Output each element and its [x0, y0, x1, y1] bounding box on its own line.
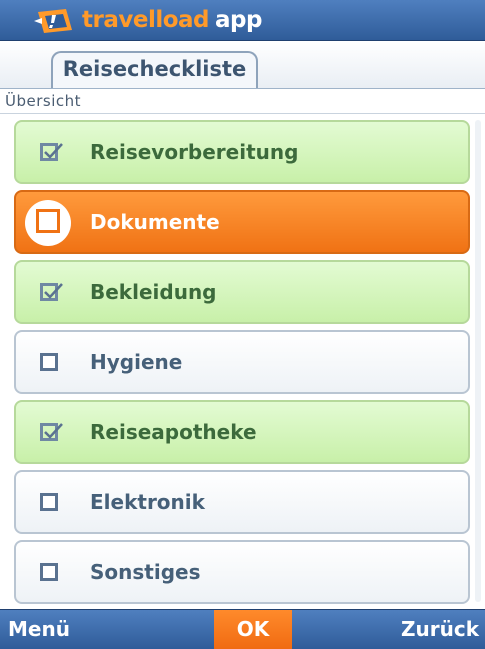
checkbox-checked-icon[interactable] [40, 423, 63, 441]
checklist-item-label: Bekleidung [90, 280, 217, 304]
checklist-item-reisevorbereitung[interactable]: Reisevorbereitung [14, 120, 470, 184]
checklist-item-reiseapotheke[interactable]: Reiseapotheke [14, 400, 470, 464]
checklist-item-label: Dokumente [90, 210, 220, 234]
app-title: travelload app [82, 6, 262, 34]
checklist-item-sonstiges[interactable]: Sonstiges [14, 540, 470, 604]
checklist-item-bekleidung[interactable]: Bekleidung [14, 260, 470, 324]
checklist-item-label: Hygiene [90, 350, 183, 374]
section-divider [0, 113, 485, 114]
brand-name: travelload [82, 7, 210, 33]
checklist-item-elektronik[interactable]: Elektronik [14, 470, 470, 534]
tab-reisecheckliste[interactable]: Reisecheckliste [51, 51, 258, 88]
checklist-item-hygiene[interactable]: Hygiene [14, 330, 470, 394]
checklist-item-label: Reisevorbereitung [90, 140, 299, 164]
checklist-item-label: Elektronik [90, 490, 205, 514]
tab-bar: Reisecheckliste [0, 41, 485, 89]
brand-suffix: app [215, 7, 262, 33]
back-button[interactable]: Zurück [401, 610, 479, 649]
ok-button[interactable]: OK [214, 610, 292, 649]
travelload-logo-icon [32, 6, 76, 36]
checkbox-unchecked-icon[interactable] [40, 353, 58, 371]
checklist-item-label: Sonstiges [90, 560, 201, 584]
softkey-bar: Menü OK Zurück [0, 609, 485, 649]
checklist-item-dokumente[interactable]: Dokumente [14, 190, 470, 254]
menu-button[interactable]: Menü [8, 610, 70, 649]
section-title: Übersicht [5, 92, 82, 110]
checkbox-unchecked-icon[interactable] [40, 563, 58, 581]
checkbox-checked-icon[interactable] [40, 143, 63, 161]
checkbox-unchecked-icon[interactable] [40, 493, 58, 511]
checkbox-checked-icon[interactable] [40, 283, 63, 301]
title-bar: travelload app [0, 0, 485, 41]
checklist-item-label: Reiseapotheke [90, 420, 257, 444]
scrollbar[interactable] [475, 120, 481, 602]
checkbox-unchecked-icon[interactable] [36, 209, 60, 233]
